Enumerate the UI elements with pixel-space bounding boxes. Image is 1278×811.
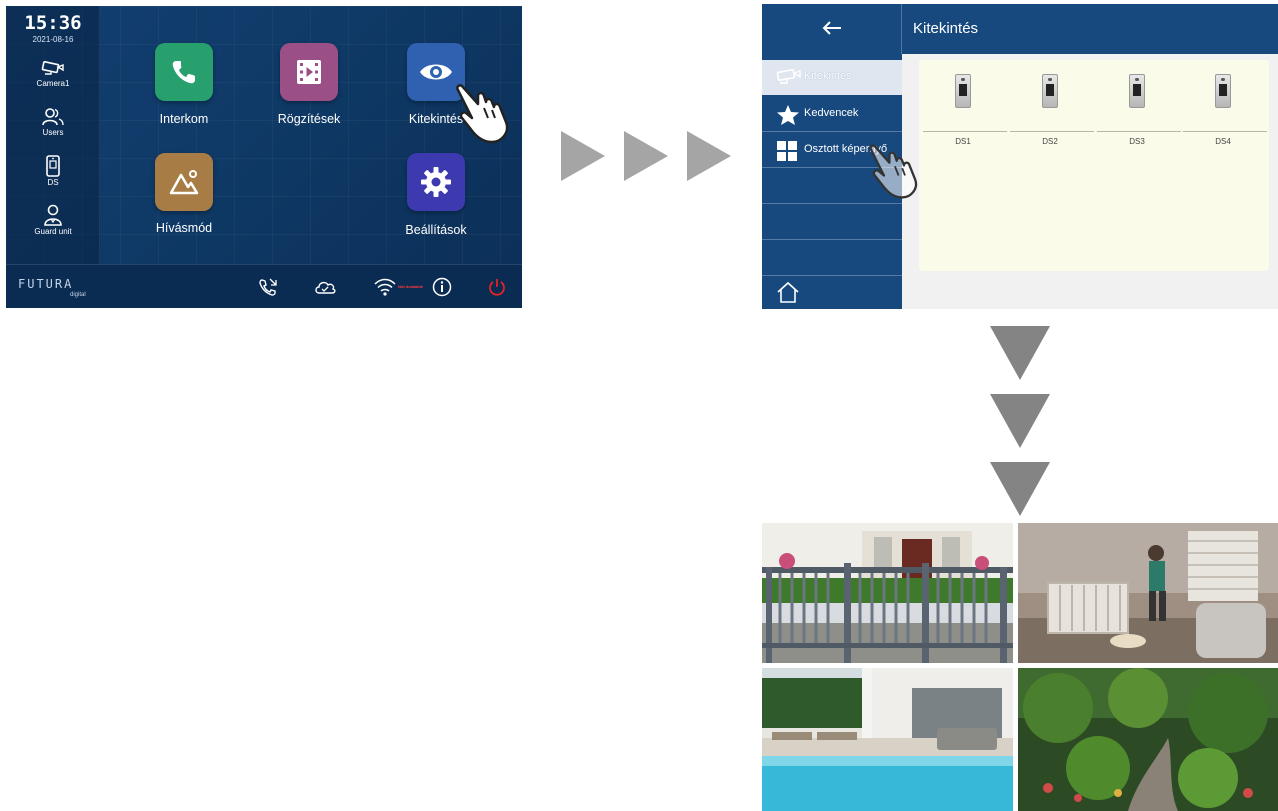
divider: [1097, 131, 1181, 132]
camera-view-front-gate: [762, 523, 1013, 663]
guard-unit-icon: [44, 204, 62, 226]
mountain-icon: [169, 170, 199, 195]
app-label-interkom: Interkom: [159, 112, 209, 126]
app-label-rogzitesek: Rögzítések: [277, 112, 341, 126]
info-icon[interactable]: [432, 277, 452, 297]
arrow-right-1: [561, 131, 605, 181]
app-label-hivasmod: Hívásmód: [155, 221, 213, 235]
camera-icon: [776, 69, 801, 84]
home-sidebar: 15:36 2021-08-16 Camera1 Users DS Guard …: [6, 6, 100, 264]
call-log-icon[interactable]: [258, 277, 278, 297]
monitor-screen: Kitekintés Kitekintés Kedvencek Osztott …: [762, 4, 1278, 309]
back-button[interactable]: [762, 4, 902, 54]
home-icon[interactable]: [776, 281, 800, 303]
home-screen: 15:36 2021-08-16 Camera1 Users DS Guard …: [6, 6, 522, 308]
divider: [1183, 131, 1267, 132]
door-station-icon: [46, 155, 60, 177]
hivasmod-app-button[interactable]: [155, 153, 213, 211]
sidebar-item-label: DS: [47, 178, 59, 187]
sidebar-item-label: Kedvencek: [804, 107, 859, 119]
clock-date: 2021-08-16: [32, 35, 74, 44]
arrow-down-1: [990, 326, 1050, 380]
device-label: DS4: [1215, 137, 1231, 146]
app-label-beallitasok: Beállítások: [405, 223, 467, 237]
camera-view-garden: [1018, 668, 1278, 811]
sidebar-item-camera[interactable]: Camera1: [6, 60, 100, 88]
door-station-icon: [1042, 74, 1058, 108]
gear-icon: [421, 167, 451, 197]
rogzitesek-app-button[interactable]: [280, 43, 338, 101]
hand-pointer-icon: [456, 84, 509, 144]
phone-icon: [172, 61, 195, 84]
camera-view-pool: [762, 668, 1013, 811]
sidebar-item-ds[interactable]: DS: [6, 155, 100, 187]
wifi-icon[interactable]: [373, 277, 397, 297]
camera-view-nursery: [1018, 523, 1278, 663]
sidebar-item-label: Users: [42, 128, 64, 137]
star-icon: [777, 105, 799, 125]
interkom-app-button[interactable]: [155, 43, 213, 101]
device-tile-ds3[interactable]: DS3: [1095, 70, 1181, 146]
wifi-warning-text: Not Available: [398, 284, 424, 289]
sidebar-item-kitekintes[interactable]: Kitekintés: [762, 60, 902, 95]
users-icon: [42, 108, 64, 126]
sidebar-item-guard-unit[interactable]: Guard unit: [6, 204, 100, 236]
divider: [1010, 131, 1094, 132]
power-icon[interactable]: [487, 277, 507, 297]
arrow-right-3: [687, 131, 731, 181]
sidebar-item-label: Kitekintés: [804, 70, 852, 82]
film-icon: [297, 60, 321, 84]
camera-icon: [41, 61, 64, 75]
door-station-icon: [1129, 74, 1145, 108]
brand-logo-sub: digital: [70, 292, 86, 298]
sidebar-empty-slot: [762, 241, 902, 276]
sidebar-item-label: Camera1: [36, 79, 70, 88]
divider: [923, 131, 1007, 132]
page-title: Kitekintés: [913, 20, 979, 37]
device-list-panel: DS1 DS2 DS3 DS4: [919, 60, 1269, 271]
sidebar-item-kedvencek[interactable]: Kedvencek: [762, 97, 902, 132]
home-status-bar: FUTURA digital Not Available: [6, 264, 522, 308]
device-tile-ds1[interactable]: DS1: [921, 70, 1007, 146]
clock-time: 15:36: [24, 12, 82, 34]
door-station-icon: [955, 74, 971, 108]
door-station-icon: [1215, 74, 1231, 108]
sidebar-empty-slot: [762, 205, 902, 240]
device-tile-ds2[interactable]: DS2: [1008, 70, 1094, 146]
device-label: DS2: [1042, 137, 1058, 146]
monitor-header: Kitekintés: [762, 4, 1278, 54]
device-label: DS3: [1129, 137, 1145, 146]
sidebar-item-users[interactable]: Users: [6, 107, 100, 137]
beallitasok-app-button[interactable]: [407, 153, 465, 211]
device-label: DS1: [955, 137, 971, 146]
cloud-icon[interactable]: [313, 277, 337, 297]
grid-icon: [777, 141, 797, 161]
hand-pointer-icon: [869, 144, 918, 199]
sidebar-item-label: Guard unit: [34, 227, 72, 236]
brand-logo: FUTURA: [18, 277, 74, 291]
arrow-down-3: [990, 462, 1050, 516]
arrow-right-2: [624, 131, 668, 181]
back-arrow-icon: [822, 21, 841, 35]
device-tile-ds4[interactable]: DS4: [1181, 70, 1267, 146]
arrow-down-2: [990, 394, 1050, 448]
